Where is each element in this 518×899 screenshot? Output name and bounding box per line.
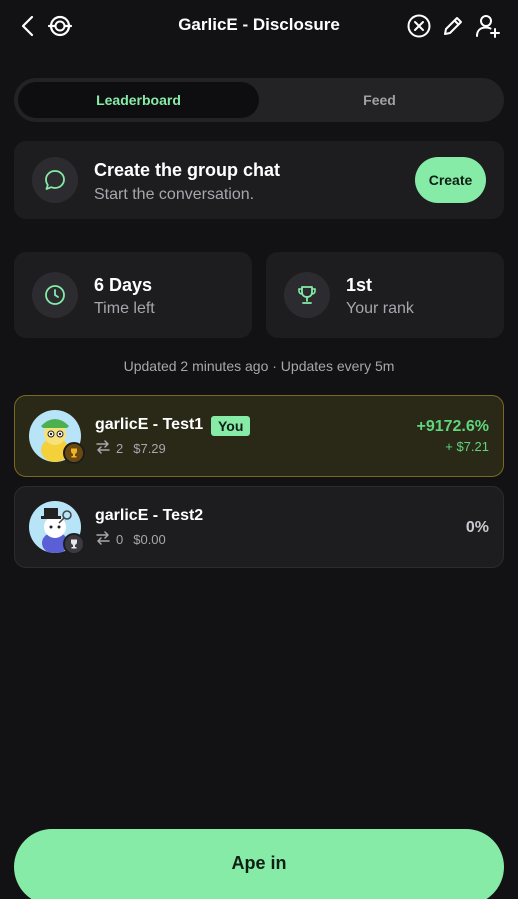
group-chat-subtitle: Start the conversation. — [94, 186, 255, 203]
header-bar: GarlicE - Disclosure — [0, 0, 518, 52]
time-left-label: Time left — [94, 300, 155, 317]
tab-leaderboard[interactable]: Leaderboard — [18, 82, 259, 118]
player-name: garlicE - Test2 — [95, 507, 204, 524]
gold-trophy-icon — [63, 442, 85, 464]
leaderboard-row[interactable]: garlicE - Test2 0 $0.00 0% — [14, 486, 504, 568]
portfolio-value: $7.29 — [133, 441, 166, 456]
player-name: garlicE - Test1 — [95, 416, 204, 433]
add-user-icon[interactable] — [474, 12, 502, 40]
edit-icon[interactable] — [439, 12, 467, 40]
chat-bubble-icon — [32, 157, 78, 203]
tab-bar: Leaderboard Feed — [14, 78, 504, 122]
trades-icon — [95, 531, 111, 548]
silver-trophy-icon — [63, 533, 85, 555]
return-percent: +9172.6% — [416, 418, 489, 435]
return-percent: 0% — [465, 519, 489, 536]
clock-icon — [32, 272, 78, 318]
rank-label: Your rank — [346, 300, 414, 317]
portfolio-value: $0.00 — [133, 532, 166, 547]
trade-count: 2 — [116, 441, 124, 456]
trade-count: 0 — [116, 532, 124, 547]
player-stats: 0 $0.00 — [95, 531, 166, 548]
rank-value: 1st — [346, 275, 373, 295]
leaderboard-row[interactable]: garlicE - Test1 You 2 $7.29 +9172.6% + $… — [14, 395, 504, 477]
ape-in-button[interactable]: Ape in — [14, 829, 504, 899]
tab-feed[interactable]: Feed — [259, 82, 500, 118]
close-circle-icon[interactable] — [405, 12, 433, 40]
you-badge: You — [211, 416, 251, 436]
trophy-icon — [284, 272, 330, 318]
time-left-value: 6 Days — [94, 275, 153, 295]
time-left-card: 6 Days Time left — [14, 252, 252, 338]
group-chat-card: Create the group chat Start the conversa… — [14, 141, 504, 219]
trades-icon — [95, 440, 111, 457]
rank-card: 1st Your rank — [266, 252, 504, 338]
player-stats: 2 $7.29 — [95, 440, 166, 457]
group-chat-title: Create the group chat — [94, 160, 281, 180]
return-amount: + $7.21 — [445, 439, 489, 454]
update-status-text: Updated 2 minutes ago · Updates every 5m — [123, 358, 395, 374]
create-group-chat-button[interactable]: Create — [415, 157, 486, 203]
